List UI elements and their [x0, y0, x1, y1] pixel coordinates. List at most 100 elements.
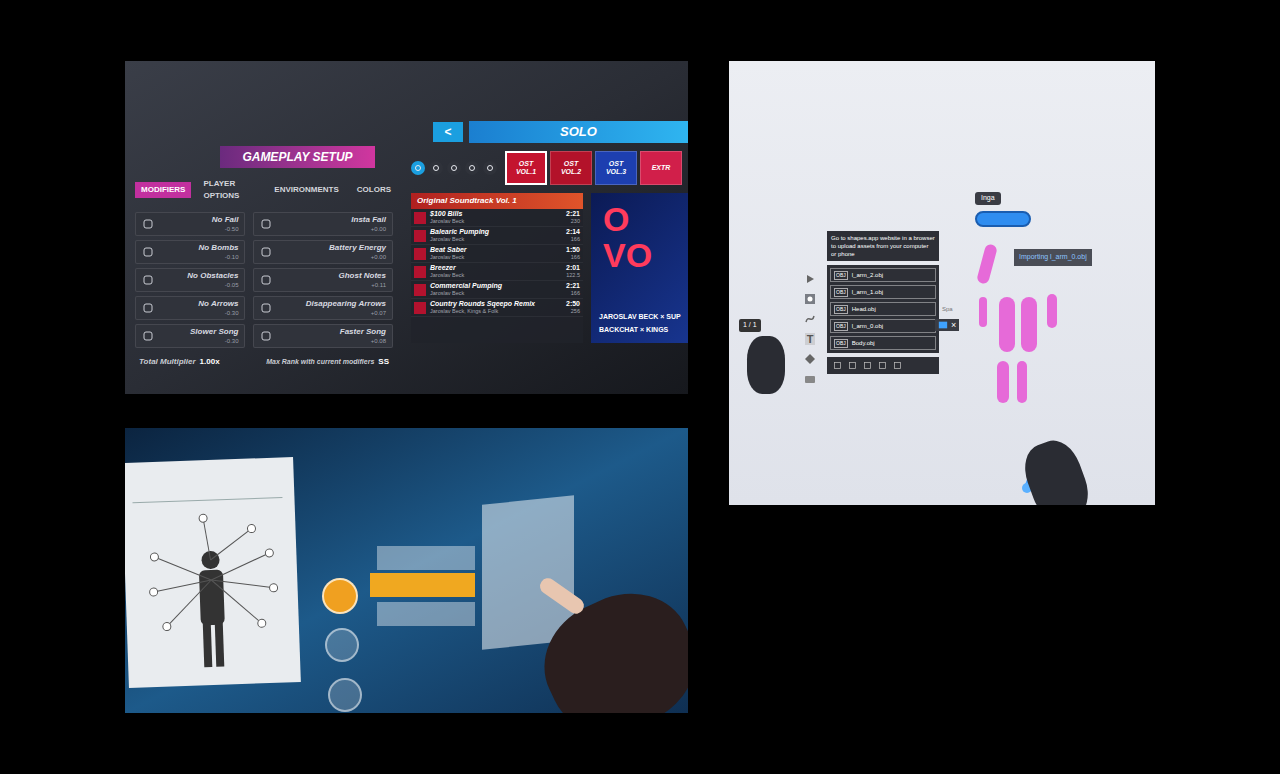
pack-cover[interactable]: OST VOL.3 — [595, 151, 637, 185]
modifier-toggle[interactable]: No Fail-0.50 — [135, 212, 245, 236]
file-row[interactable]: OBJl_arm_0.obj — [830, 319, 936, 333]
modifier-text: Ghost Notes+0.11 — [338, 271, 386, 289]
song-area: Original Soundtrack Vol. 1$100 BillsJaro… — [411, 193, 688, 343]
song-row[interactable]: Commercial PumpingJaroslav Beck 2:21166 — [411, 281, 583, 299]
modifier-toggle[interactable]: Battery Energy+0.00 — [253, 240, 393, 264]
tool-column: T — [801, 273, 819, 385]
gameplay-tab[interactable]: COLORS — [351, 182, 397, 198]
song-row[interactable]: Balearic PumpingJaroslav Beck2:14166 — [411, 227, 583, 245]
file-row[interactable]: OBJl_arm_2.obj — [830, 268, 936, 282]
total-label: Total Multiplier — [139, 356, 196, 368]
close-button[interactable]: × — [951, 320, 956, 330]
modifier-name: No Fail — [212, 215, 239, 225]
menu-orb — [325, 628, 359, 662]
song-text: Balearic PumpingJaroslav Beck — [430, 228, 562, 243]
toolbar-icon — [848, 361, 857, 370]
modifier-text: Faster Song+0.08 — [340, 327, 386, 345]
total-value: 1.00x — [200, 356, 220, 368]
modifier-toggle[interactable]: No Obstacles-0.05 — [135, 268, 245, 292]
song-meta: 2:21166 — [566, 282, 580, 297]
modifier-value: +0.00 — [329, 253, 386, 261]
song-meta: 1:50166 — [566, 246, 580, 261]
modifier-grid: No Fail-0.50 No Bombs-0.10 No Obstacles-0.… — [135, 212, 397, 348]
song-bpm: 122.5 — [566, 272, 580, 279]
modifier-toggle[interactable]: Slower Song-0.30 — [135, 324, 245, 348]
modifier-toggle[interactable]: Insta Fail+0.00 — [253, 212, 393, 236]
file-row[interactable]: OBJHead.obj — [830, 302, 936, 316]
mode-title: SOLO — [469, 121, 688, 143]
menu-entry — [370, 573, 475, 597]
modifier-value: -0.50 — [212, 225, 239, 233]
pack-list: OST VOL.1OST VOL.2OST VOL.3EXTR — [505, 151, 682, 185]
shapes-icon — [804, 293, 816, 305]
song-row[interactable]: BreezerJaroslav Beck2:01122.5 — [411, 263, 583, 281]
category-filter-icon[interactable] — [447, 161, 461, 175]
gameplay-tab[interactable]: ENVIRONMENTS — [268, 182, 344, 198]
song-cover — [414, 248, 426, 260]
song-bpm: 230 — [571, 218, 580, 225]
toolbar-icon — [893, 361, 902, 370]
curve-icon — [804, 313, 816, 325]
song-duration: 2:50 — [566, 300, 580, 308]
modifier-toggle[interactable]: Faster Song+0.08 — [253, 324, 393, 348]
song-row[interactable]: $100 BillsJaroslav Beck2:21230 — [411, 209, 583, 227]
character-silhouette-icon — [125, 457, 301, 688]
modifier-toggle[interactable]: Ghost Notes+0.11 — [253, 268, 393, 292]
file-badge: OBJ — [834, 288, 848, 297]
modifier-text: No Fail-0.50 — [212, 215, 239, 233]
modifier-name: No Bombs — [198, 243, 238, 253]
gameplay-tab[interactable]: MODIFIERS — [135, 182, 191, 198]
back-button[interactable]: < — [433, 122, 463, 142]
modifier-icon — [142, 274, 154, 286]
page-indicator: 1 / 1 — [739, 319, 761, 332]
song-cover — [414, 302, 426, 314]
modifier-toggle[interactable]: No Bombs-0.10 — [135, 240, 245, 264]
modifier-text: No Bombs-0.10 — [198, 243, 238, 261]
toolbar-icon — [833, 361, 842, 370]
category-filter-icon[interactable] — [465, 161, 479, 175]
song-artist: Jaroslav Beck — [430, 254, 562, 261]
song-row[interactable]: Country Rounds Sqeepo RemixJaroslav Beck… — [411, 299, 583, 317]
modifier-icon — [142, 246, 154, 258]
modifier-icon — [142, 330, 154, 342]
user-name-tag: Inga — [975, 192, 1001, 205]
song-meta: 2:21230 — [566, 210, 580, 225]
file-row[interactable]: OBJl_arm_1.obj — [830, 285, 936, 299]
song-text: Commercial PumpingJaroslav Beck — [430, 282, 562, 297]
text-tool[interactable]: T — [805, 333, 816, 345]
song-row[interactable]: Beat SaberJaroslav Beck 1:50166 — [411, 245, 583, 263]
song-artist: Jaroslav Beck — [430, 218, 562, 225]
category-filter-icon[interactable] — [483, 161, 497, 175]
song-title: Country Rounds Sqeepo Remix — [430, 300, 562, 308]
modifier-toggle[interactable]: No Arrows-0.30 — [135, 296, 245, 320]
song-title: Commercial Pumping — [430, 282, 562, 290]
song-text: Beat SaberJaroslav Beck — [430, 246, 562, 261]
anime-frame — [125, 428, 688, 713]
cursor-icon — [804, 273, 816, 285]
pack-cover[interactable]: EXTR — [640, 151, 682, 185]
pack-cover[interactable]: OST VOL.1 — [505, 151, 547, 185]
file-name: l_arm_2.obj — [852, 271, 883, 279]
import-hint: Go to shapes.app website in a browser to… — [827, 231, 939, 261]
modifier-text: No Arrows-0.30 — [198, 299, 238, 317]
file-row[interactable]: OBJBody.obj — [830, 336, 936, 350]
modifier-text: Battery Energy+0.00 — [329, 243, 386, 261]
category-filter-icon[interactable] — [429, 161, 443, 175]
pack-cover[interactable]: OST VOL.2 — [550, 151, 592, 185]
modifier-value: -0.30 — [190, 337, 238, 345]
gameplay-tab[interactable]: PLAYER OPTIONS — [197, 176, 262, 204]
modifier-icon — [142, 218, 154, 230]
setup-title: GAMEPLAY SETUP — [220, 146, 375, 168]
upload-icon — [938, 320, 948, 330]
fill-icon — [804, 353, 816, 365]
panel-toolbar — [827, 357, 939, 374]
right-controller — [1017, 434, 1096, 505]
song-bpm: 256 — [571, 308, 580, 315]
cover-credit: BACKCHAT × KINGS — [599, 325, 688, 336]
max-rank-value: SS — [378, 356, 389, 368]
import-panel: Go to shapes.app website in a browser to… — [827, 231, 939, 374]
modifier-value: -0.30 — [198, 309, 238, 317]
modifier-name: Ghost Notes — [338, 271, 386, 281]
category-filter-icon[interactable] — [411, 161, 425, 175]
modifier-toggle[interactable]: Disappearing Arrows+0.07 — [253, 296, 393, 320]
